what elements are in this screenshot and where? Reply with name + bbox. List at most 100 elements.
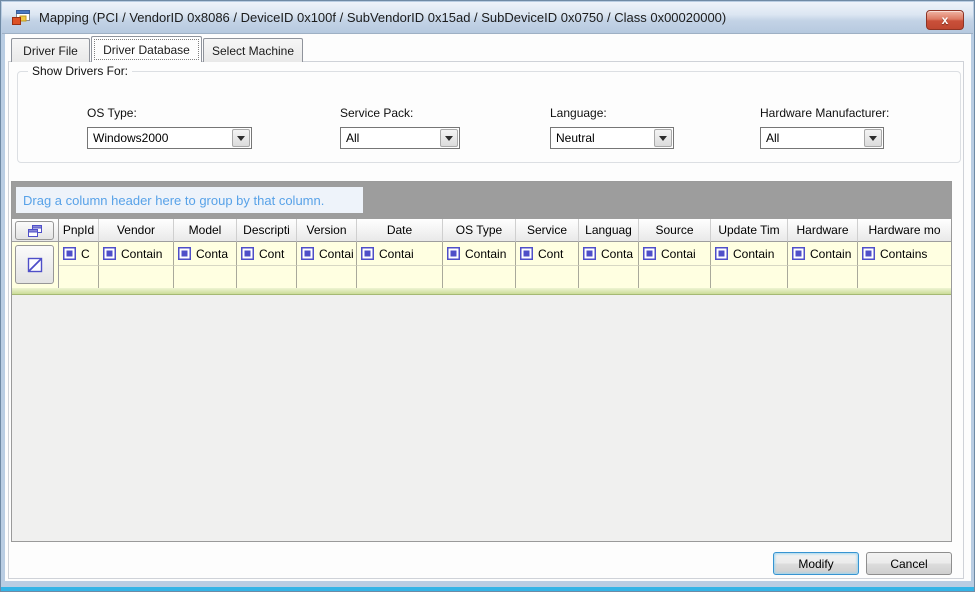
hardware-manufacturer-dropdown-button[interactable] bbox=[864, 129, 882, 147]
column-header-model[interactable]: Model bbox=[174, 219, 237, 242]
service-pack-dropdown-button[interactable] bbox=[440, 129, 458, 147]
os-type-combobox[interactable]: Windows2000 bbox=[87, 127, 252, 149]
filter-operator-cell-hardware-mo[interactable]: Contains bbox=[858, 242, 951, 266]
cancel-button[interactable]: Cancel bbox=[866, 552, 952, 575]
filter-input-cell-descripti[interactable] bbox=[237, 266, 297, 288]
close-button[interactable]: x bbox=[926, 10, 964, 30]
filter-operator-icon bbox=[792, 247, 805, 260]
filter-input-cell-service[interactable] bbox=[516, 266, 579, 288]
grid-filter-operator-row: CContainContaContContaiContaiContainCont… bbox=[12, 242, 951, 266]
filter-input-cell-update-tim[interactable] bbox=[711, 266, 788, 288]
filter-operator-label: Conta bbox=[601, 247, 633, 261]
language-dropdown-button[interactable] bbox=[654, 129, 672, 147]
column-header-label: Vendor bbox=[117, 223, 155, 237]
column-header-service[interactable]: Service bbox=[516, 219, 579, 242]
filter-operator-label: Conta bbox=[196, 247, 228, 261]
filter-operator-label: Cont bbox=[538, 247, 563, 261]
tab-driver-file[interactable]: Driver File bbox=[11, 38, 90, 62]
column-header-source[interactable]: Source bbox=[639, 219, 711, 242]
filter-operator-cell-update-tim[interactable]: Contain bbox=[711, 242, 788, 266]
column-header-label: PnpId bbox=[63, 223, 94, 237]
filter-input-cell-version[interactable] bbox=[297, 266, 357, 288]
filter-input-cell-hardware-mo[interactable] bbox=[858, 266, 951, 288]
filter-operator-cell-languag[interactable]: Conta bbox=[579, 242, 639, 266]
filter-input-cell-languag[interactable] bbox=[579, 266, 639, 288]
tab-label: Driver Database bbox=[94, 39, 199, 60]
filter-operator-cell-service[interactable]: Cont bbox=[516, 242, 579, 266]
grid-new-row-strip bbox=[12, 288, 951, 295]
column-header-label: Descripti bbox=[243, 223, 290, 237]
column-header-os-type[interactable]: OS Type bbox=[443, 219, 516, 242]
column-header-vendor[interactable]: Vendor bbox=[99, 219, 174, 242]
column-header-hardware[interactable]: Hardware bbox=[788, 219, 858, 242]
filter-input-cell-pnpid[interactable] bbox=[59, 266, 99, 288]
column-header-hardware-mo[interactable]: Hardware mo bbox=[858, 219, 951, 242]
close-icon: x bbox=[942, 13, 949, 27]
application-icon bbox=[11, 9, 31, 26]
tab-driver-database[interactable]: Driver Database bbox=[91, 36, 202, 62]
filter-operator-cell-os-type[interactable]: Contain bbox=[443, 242, 516, 266]
filter-operator-cell-pnpid[interactable]: C bbox=[59, 242, 99, 266]
filter-operator-label: Contains bbox=[880, 247, 927, 261]
column-header-version[interactable]: Version bbox=[297, 219, 357, 242]
language-label: Language: bbox=[550, 106, 607, 120]
filter-operator-label: Contain bbox=[733, 247, 774, 261]
filter-operator-cell-source[interactable]: Contai bbox=[639, 242, 711, 266]
filter-operator-icon bbox=[715, 247, 728, 260]
column-header-languag[interactable]: Languag bbox=[579, 219, 639, 242]
chevron-down-icon bbox=[237, 136, 245, 141]
tab-select-machine[interactable]: Select Machine bbox=[203, 38, 303, 62]
filter-operator-cell-descripti[interactable]: Cont bbox=[237, 242, 297, 266]
hardware-manufacturer-label: Hardware Manufacturer: bbox=[760, 106, 889, 120]
column-header-update-tim[interactable]: Update Tim bbox=[711, 219, 788, 242]
filter-operator-cell-vendor[interactable]: Contain bbox=[99, 242, 174, 266]
filter-operator-cell-date[interactable]: Contai bbox=[357, 242, 443, 266]
column-header-pnpid[interactable]: PnpId bbox=[59, 219, 99, 242]
window-title: Mapping (PCI / VendorID 0x8086 / DeviceI… bbox=[39, 10, 726, 25]
os-type-dropdown-button[interactable] bbox=[232, 129, 250, 147]
dialog-window: Mapping (PCI / VendorID 0x8086 / DeviceI… bbox=[0, 0, 975, 592]
column-header-label: Service bbox=[527, 223, 567, 237]
grid-empty-body bbox=[12, 295, 951, 541]
filter-input-cell-model[interactable] bbox=[174, 266, 237, 288]
grid-header-row: PnpId Vendor Model Descripti Version Date OS T… bbox=[12, 219, 951, 242]
window-bottom-edge bbox=[1, 587, 974, 591]
filter-operator-cell-model[interactable]: Conta bbox=[174, 242, 237, 266]
group-by-hint: Drag a column header here to group by th… bbox=[16, 187, 363, 213]
filter-input-cell-os-type[interactable] bbox=[443, 266, 516, 288]
column-header-descripti[interactable]: Descripti bbox=[237, 219, 297, 242]
filter-operator-icon bbox=[862, 247, 875, 260]
title-bar[interactable]: Mapping (PCI / VendorID 0x8086 / DeviceI… bbox=[2, 2, 973, 34]
language-combobox[interactable]: Neutral bbox=[550, 127, 674, 149]
filter-input-cell-hardware[interactable] bbox=[788, 266, 858, 288]
filter-operator-cell-hardware[interactable]: Contain bbox=[788, 242, 858, 266]
hardware-manufacturer-combobox[interactable]: All bbox=[760, 127, 884, 149]
os-type-value: Windows2000 bbox=[88, 131, 232, 145]
filter-operator-icon bbox=[301, 247, 314, 260]
filter-operator-icon bbox=[241, 247, 254, 260]
column-header-date[interactable]: Date bbox=[357, 219, 443, 242]
column-header-label: Hardware bbox=[796, 223, 848, 237]
filter-operator-icon bbox=[178, 247, 191, 260]
filter-input-cell-date[interactable] bbox=[357, 266, 443, 288]
edit-filter-button[interactable] bbox=[15, 245, 54, 284]
tab-label: Driver File bbox=[12, 39, 89, 62]
column-header-label: Update Tim bbox=[718, 223, 779, 237]
group-by-band[interactable]: Drag a column header here to group by th… bbox=[12, 182, 951, 219]
show-drivers-groupbox: Show Drivers For: OS Type: Windows2000 S… bbox=[17, 71, 961, 163]
filter-operator-cell-version[interactable]: Contai bbox=[297, 242, 357, 266]
service-pack-combobox[interactable]: All bbox=[340, 127, 460, 149]
filter-operator-label: C bbox=[81, 247, 90, 261]
os-type-label: OS Type: bbox=[87, 106, 137, 120]
modify-button-label: Modify bbox=[798, 557, 833, 571]
column-header-label: OS Type bbox=[456, 223, 502, 237]
modify-button[interactable]: Modify bbox=[773, 552, 859, 575]
filter-input-cell-source[interactable] bbox=[639, 266, 711, 288]
filter-operator-label: Cont bbox=[259, 247, 284, 261]
column-header-label: Date bbox=[387, 223, 412, 237]
filter-input-cell-vendor[interactable] bbox=[99, 266, 174, 288]
customize-columns-button[interactable] bbox=[15, 221, 54, 240]
filter-operator-icon bbox=[361, 247, 374, 260]
column-header-label: Hardware mo bbox=[868, 223, 940, 237]
filter-edit-icon bbox=[26, 256, 44, 274]
